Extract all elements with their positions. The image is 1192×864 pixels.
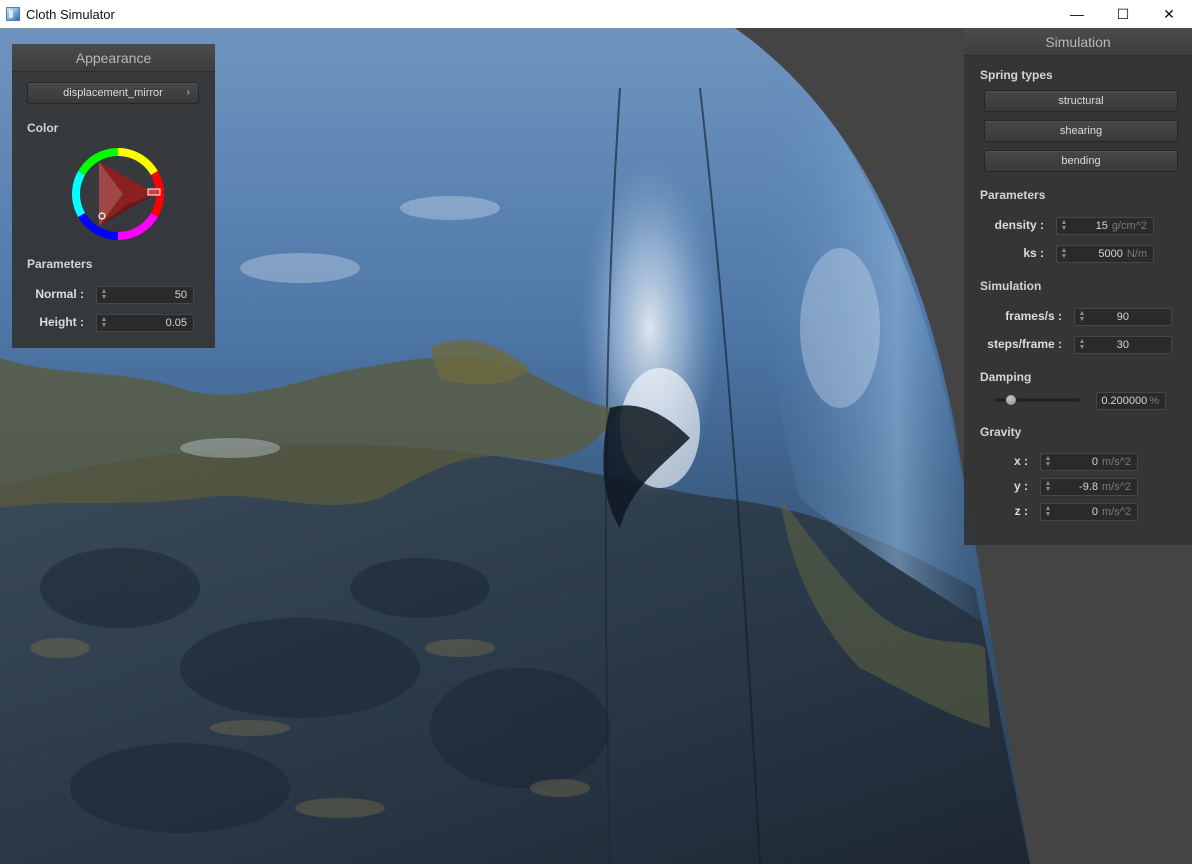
bending-toggle-button[interactable]: bending [984, 150, 1178, 172]
spin-arrows-icon[interactable]: ▲ ▼ [1044, 480, 1052, 493]
title-bar: Cloth Simulator — ☐ ✕ [0, 0, 1192, 28]
minimize-button[interactable]: — [1054, 0, 1100, 28]
normal-label: Normal : [35, 287, 84, 301]
parameters-section-label: Parameters [980, 188, 1046, 202]
chevron-right-icon: › [186, 87, 190, 98]
height-label: Height : [39, 315, 84, 329]
gravity-z-label: z : [1014, 504, 1028, 518]
color-section-label: Color [27, 121, 59, 135]
frames-per-second-value: 90 [1116, 311, 1129, 323]
simulation-section-label: Simulation [980, 279, 1042, 293]
damping-unit: % [1149, 395, 1159, 407]
spin-arrows-icon[interactable]: ▲ ▼ [1078, 310, 1086, 323]
spin-arrows-icon[interactable]: ▲ ▼ [100, 316, 108, 329]
bending-label: bending [1061, 155, 1101, 167]
close-icon: ✕ [1163, 5, 1175, 22]
close-button[interactable]: ✕ [1146, 0, 1192, 28]
ks-unit: N/m [1126, 248, 1147, 260]
simulation-panel-title: Simulation [964, 28, 1192, 56]
gravity-z-input[interactable]: ▲ ▼ 0 m/s^2 [1040, 503, 1138, 521]
gravity-z-value: 0 [1091, 506, 1098, 518]
gravity-y-label: y : [1013, 479, 1028, 493]
structural-label: structural [1058, 95, 1104, 107]
gravity-section-label: Gravity [980, 425, 1022, 439]
density-label: density : [994, 218, 1044, 232]
steps-per-frame-input[interactable]: ▲ ▼ 30 [1074, 336, 1172, 354]
spin-arrows-icon[interactable]: ▲ ▼ [1044, 505, 1052, 518]
ks-label: ks : [1023, 246, 1044, 260]
shearing-toggle-button[interactable]: shearing [984, 120, 1178, 142]
window-controls: — ☐ ✕ [1054, 0, 1192, 28]
spin-arrows-icon[interactable]: ▲ ▼ [100, 288, 108, 301]
gravity-x-input[interactable]: ▲ ▼ 0 m/s^2 [1040, 453, 1138, 471]
gravity-z-unit: m/s^2 [1102, 506, 1131, 518]
spin-arrows-icon[interactable]: ▲ ▼ [1060, 247, 1068, 260]
height-input[interactable]: ▲ ▼ 0.05 [96, 314, 194, 332]
damping-value: 0.200000 [1101, 395, 1148, 407]
frames-per-second-label: frames/s : [1005, 309, 1062, 323]
frames-per-second-input[interactable]: ▲ ▼ 90 [1074, 308, 1172, 326]
normal-value: 50 [174, 289, 187, 301]
maximize-icon: ☐ [1116, 5, 1130, 22]
density-value: 15 [1095, 220, 1108, 232]
app-icon [6, 7, 20, 21]
damping-slider-handle[interactable] [1005, 394, 1018, 406]
maximize-button[interactable]: ☐ [1100, 0, 1146, 28]
gravity-x-unit: m/s^2 [1102, 456, 1131, 468]
gravity-x-value: 0 [1091, 456, 1098, 468]
spin-arrows-icon[interactable]: ▲ ▼ [1060, 219, 1068, 232]
appearance-panel-title: Appearance [12, 44, 215, 72]
spin-arrows-icon[interactable]: ▲ ▼ [1044, 455, 1052, 468]
shader-select-label: displacement_mirror [63, 87, 163, 99]
gravity-y-input[interactable]: ▲ ▼ -9.8 m/s^2 [1040, 478, 1138, 496]
density-input[interactable]: ▲ ▼ 15 g/cm^2 [1056, 217, 1154, 235]
structural-toggle-button[interactable]: structural [984, 90, 1178, 112]
steps-per-frame-value: 30 [1116, 339, 1129, 351]
damping-input[interactable]: 0.200000% [1096, 392, 1166, 410]
color-wheel[interactable] [68, 144, 168, 244]
appearance-panel: Appearance displacement_mirror › Color P… [12, 44, 215, 348]
density-unit: g/cm^2 [1111, 220, 1147, 232]
parameters-section-label: Parameters [27, 257, 93, 271]
normal-input[interactable]: ▲ ▼ 50 [96, 286, 194, 304]
ks-value: 5000 [1098, 248, 1123, 260]
ks-input[interactable]: ▲ ▼ 5000 N/m [1056, 245, 1154, 263]
simulation-panel: Simulation Spring types structural shear… [964, 28, 1192, 545]
gravity-x-label: x : [1013, 454, 1028, 468]
window-title: Cloth Simulator [26, 6, 115, 22]
damping-section-label: Damping [980, 370, 1032, 384]
hue-marker[interactable] [147, 188, 161, 196]
shearing-label: shearing [1059, 125, 1103, 137]
gravity-y-value: -9.8 [1079, 481, 1098, 493]
gravity-y-unit: m/s^2 [1102, 481, 1131, 493]
spring-types-label: Spring types [980, 68, 1053, 82]
steps-per-frame-label: steps/frame : [987, 337, 1062, 351]
minimize-icon: — [1070, 6, 1084, 22]
height-value: 0.05 [165, 317, 187, 329]
shader-select-button[interactable]: displacement_mirror › [27, 82, 199, 104]
spin-arrows-icon[interactable]: ▲ ▼ [1078, 338, 1086, 351]
